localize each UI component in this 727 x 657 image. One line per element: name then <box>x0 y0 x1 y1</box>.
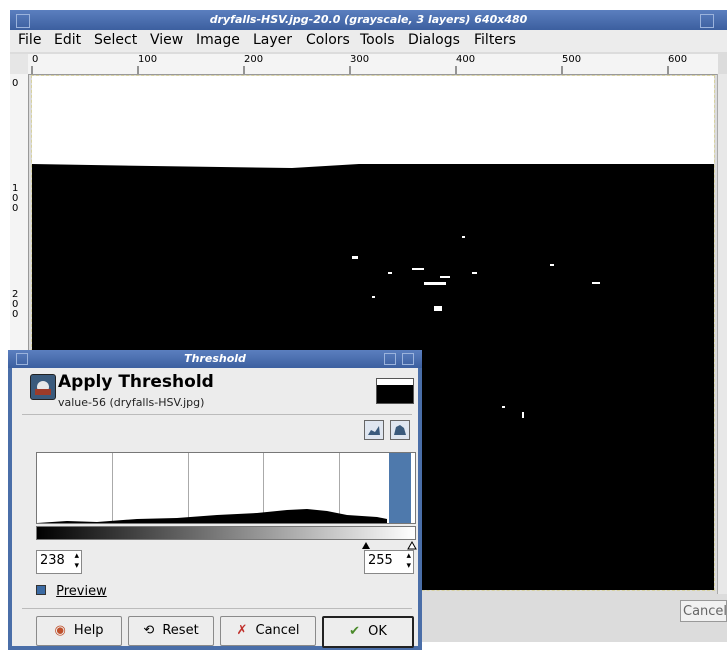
preview-checkbox[interactable] <box>36 585 46 595</box>
vertical-scrollbar[interactable] <box>717 74 727 594</box>
preview-checkbox-row[interactable]: Preview <box>36 584 107 599</box>
dialog-titlebar[interactable]: Threshold <box>8 350 422 368</box>
horizontal-ruler[interactable]: 0 100 200 300 400 500 600 <box>28 54 718 75</box>
threshold-slider-handles[interactable] <box>352 540 422 550</box>
separator <box>22 414 412 415</box>
dialog-body: Apply Threshold value-56 (dryfalls-HSV.j… <box>12 368 418 648</box>
spinner-arrows-icon[interactable]: ▴ ▾ <box>74 551 79 571</box>
low-threshold-spinner[interactable]: 238 ▴ ▾ <box>36 550 82 574</box>
menu-image[interactable]: Image <box>196 32 240 48</box>
low-threshold-value: 238 <box>40 553 65 568</box>
ruler-tick-label: 100 <box>138 54 158 65</box>
preview-label: Preview <box>56 584 107 599</box>
menu-select[interactable]: Select <box>94 32 137 48</box>
menu-layer[interactable]: Layer <box>253 32 292 48</box>
dialog-subtitle: value-56 (dryfalls-HSV.jpg) <box>58 396 205 409</box>
quick-mask-toggle[interactable] <box>10 54 28 74</box>
ruler-tick-label: 300 <box>350 54 370 65</box>
reset-button[interactable]: ⟲ Reset <box>128 616 214 646</box>
dialog-header-title: Apply Threshold <box>58 372 214 392</box>
window-titlebar[interactable]: dryfalls-HSV.jpg-20.0 (grayscale, 3 laye… <box>10 10 727 30</box>
separator <box>22 608 412 609</box>
cancel-x-icon: ✗ <box>236 623 248 638</box>
window-menu-icon[interactable] <box>16 14 30 28</box>
ruler-tick-label: 200 <box>244 54 264 65</box>
gradient-bar <box>36 526 416 540</box>
menu-filters[interactable]: Filters <box>474 32 516 48</box>
ruler-tick-label: 600 <box>668 54 688 65</box>
help-label: Help <box>73 623 104 638</box>
cancel-label: Cancel <box>255 623 300 638</box>
log-histogram-icon[interactable] <box>390 420 410 440</box>
help-icon: ◉ <box>54 623 66 638</box>
window-title: dryfalls-HSV.jpg-20.0 (grayscale, 3 laye… <box>209 13 528 26</box>
menu-edit[interactable]: Edit <box>54 32 81 48</box>
histogram-curve <box>37 453 411 523</box>
histogram-view[interactable] <box>36 452 416 524</box>
reset-label: Reset <box>162 623 199 638</box>
drawable-preview-thumbnail <box>376 378 414 404</box>
reset-icon: ⟲ <box>143 623 155 638</box>
ruler-tick-label: 400 <box>456 54 476 65</box>
ok-label: OK <box>368 624 387 639</box>
menubar: File Edit Select View Image Layer Colors… <box>10 30 727 52</box>
dialog-window-title: Threshold <box>184 352 246 365</box>
linear-histogram-icon[interactable] <box>364 420 384 440</box>
ruler-tick-label: 500 <box>562 54 582 65</box>
minimize-icon[interactable] <box>700 14 714 28</box>
threshold-icon <box>30 374 56 400</box>
ruler-tick-label: 0 <box>32 54 39 65</box>
high-threshold-spinner[interactable]: 255 ▴ ▾ <box>364 550 414 574</box>
ruler-tick-label: 2 0 0 <box>12 289 19 320</box>
ruler-tick-label: 0 <box>12 78 19 89</box>
ok-check-icon: ✔ <box>349 624 360 639</box>
status-cancel-button[interactable]: Cancel <box>680 600 727 622</box>
dialog-menu-icon[interactable] <box>16 353 28 365</box>
ruler-tick-label: 1 0 0 <box>12 183 19 214</box>
close-icon[interactable] <box>402 353 414 365</box>
menu-tools[interactable]: Tools <box>360 32 395 48</box>
threshold-dialog: Threshold Apply Threshold value-56 (dryf… <box>8 350 422 650</box>
ok-button[interactable]: ✔ OK <box>322 616 414 648</box>
menu-view[interactable]: View <box>150 32 183 48</box>
maximize-icon[interactable] <box>384 353 396 365</box>
menu-colors[interactable]: Colors <box>306 32 350 48</box>
help-button[interactable]: ◉ Help <box>36 616 122 646</box>
spinner-arrows-icon[interactable]: ▴ ▾ <box>406 551 411 571</box>
cancel-button[interactable]: ✗ Cancel <box>220 616 316 646</box>
menu-dialogs[interactable]: Dialogs <box>408 32 460 48</box>
menu-file[interactable]: File <box>18 32 41 48</box>
high-threshold-value: 255 <box>368 553 393 568</box>
